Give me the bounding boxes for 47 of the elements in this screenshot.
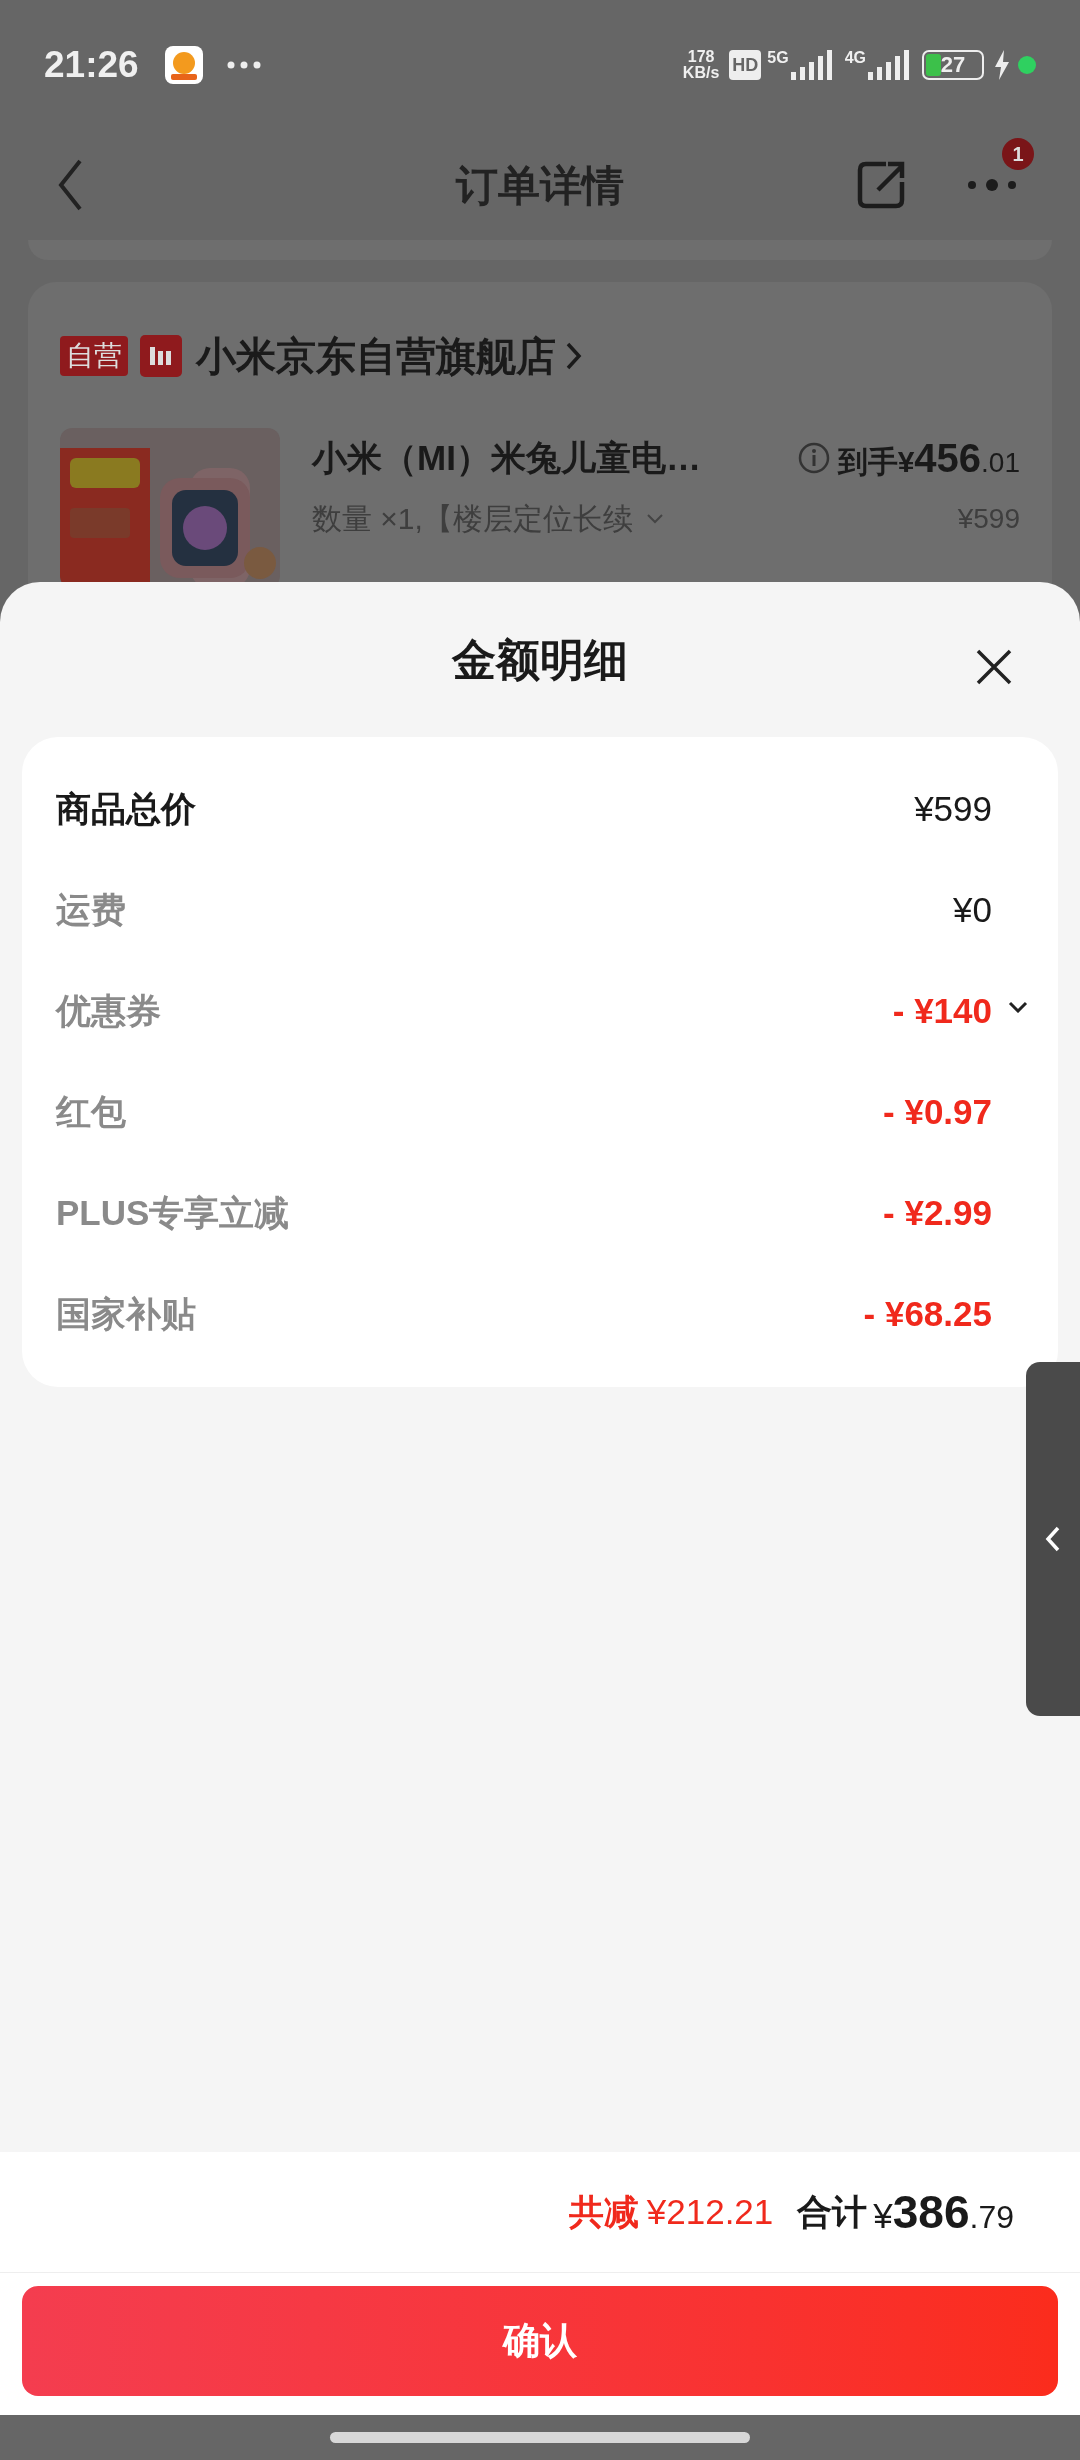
row-label: 国家补贴 <box>56 1293 196 1336</box>
chevron-right-icon <box>566 342 582 370</box>
row-label: 运费 <box>56 889 126 932</box>
row-label: 商品总价 <box>56 788 196 831</box>
network-type: 5G <box>767 50 789 66</box>
network-speed-unit: KB/s <box>682 65 720 81</box>
self-operated-tag: 自营 <box>60 336 128 376</box>
network-type: 4G <box>844 50 866 66</box>
chevron-down-icon[interactable] <box>1008 1001 1028 1014</box>
total-label: 合计 <box>797 2190 868 2233</box>
row-label: 优惠券 <box>56 990 161 1033</box>
info-icon[interactable] <box>797 442 830 474</box>
share-button[interactable] <box>856 160 906 210</box>
product-title: 小米（MI）米兔儿童电… <box>312 436 701 479</box>
row-label: PLUS专享立减 <box>56 1192 290 1235</box>
app-icon <box>164 46 203 84</box>
battery-icon: 27 <box>922 50 984 80</box>
discount-amount: ¥212.21 <box>646 2190 774 2233</box>
row-value: ¥0 <box>953 889 992 932</box>
discount-total: 共减 <box>568 2190 639 2233</box>
sheet-title: 金额明细 <box>452 633 628 686</box>
hd-badge: HD <box>729 50 762 80</box>
signal-icon <box>788 50 835 80</box>
side-panel-handle[interactable] <box>1026 1362 1080 1716</box>
clock: 21:26 <box>44 43 139 88</box>
chevron-left-icon <box>1045 1526 1061 1552</box>
row-value: - ¥140 <box>892 990 992 1033</box>
back-button[interactable] <box>58 159 82 211</box>
charging-icon <box>994 50 1010 80</box>
network-speed: 178 <box>687 49 715 65</box>
final-price: 到手¥456.01 <box>837 435 1020 482</box>
row-value: ¥599 <box>914 788 992 831</box>
notification-badge: 1 <box>1002 138 1034 170</box>
signal-icon <box>866 50 912 80</box>
total-amount: ¥386.79 <box>873 2184 1014 2240</box>
confirm-button[interactable]: 确认 <box>22 2286 1058 2396</box>
store-logo-icon <box>140 335 182 377</box>
chevron-down-icon <box>646 513 663 524</box>
more-notifications-icon <box>226 61 261 69</box>
row-value: - ¥2.99 <box>883 1192 992 1235</box>
row-value: - ¥0.97 <box>883 1091 992 1134</box>
row-label: 红包 <box>56 1091 126 1134</box>
row-value: - ¥68.25 <box>863 1293 992 1336</box>
indicator-icon <box>1018 56 1036 74</box>
store-name-link[interactable]: 小米京东自营旗舰店 <box>196 326 582 386</box>
page-title: 订单详情 <box>456 160 624 211</box>
close-button[interactable] <box>975 648 1013 686</box>
